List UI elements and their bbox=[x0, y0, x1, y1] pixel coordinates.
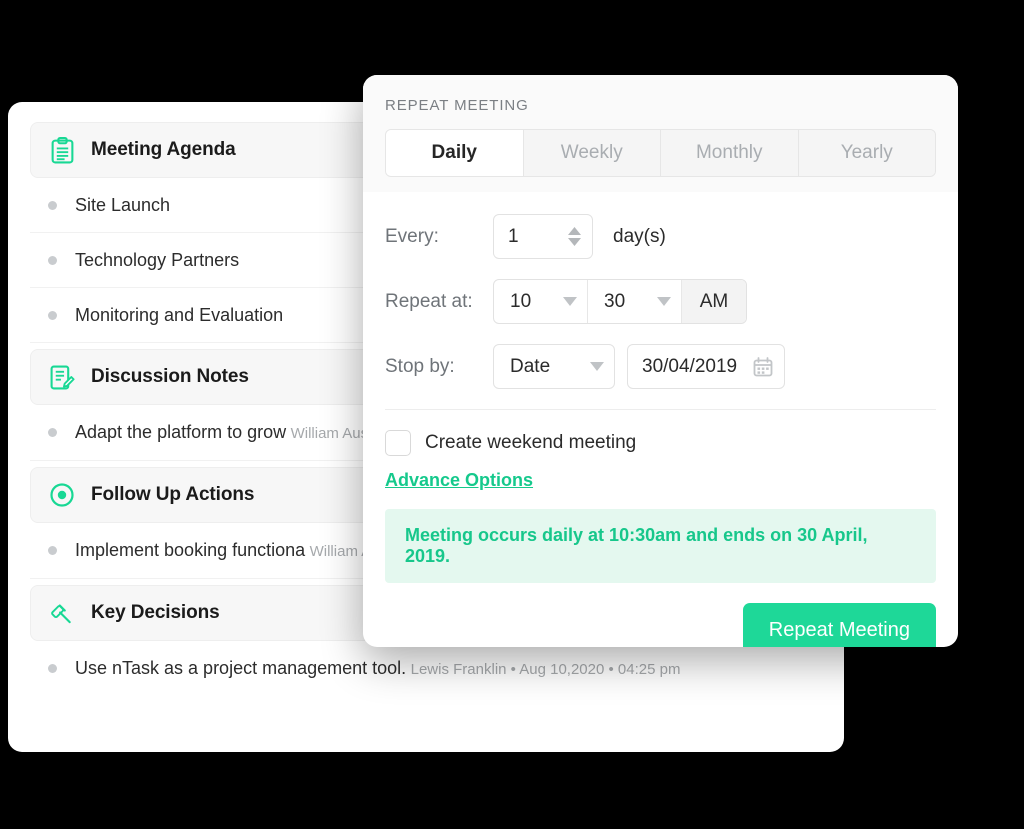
list-item[interactable]: Use nTask as a project management tool. … bbox=[30, 641, 822, 696]
stop-by-label: Stop by: bbox=[385, 355, 455, 377]
stop-by-row: Stop by: Date 30/04/2019 bbox=[385, 344, 936, 389]
modal-actions: Repeat Meeting bbox=[385, 603, 936, 647]
repeat-meeting-modal: REPEAT MEETING Daily Weekly Monthly Year… bbox=[363, 75, 958, 647]
advance-options-link[interactable]: Advance Options bbox=[385, 470, 533, 491]
hour-select[interactable]: 10 bbox=[494, 280, 588, 323]
every-row: Every: 1 day(s) bbox=[385, 214, 936, 259]
repeat-at-label: Repeat at: bbox=[385, 290, 473, 312]
list-item-title: Adapt the platform to grow bbox=[75, 422, 287, 442]
recurrence-summary-banner: Meeting occurs daily at 10:30am and ends… bbox=[385, 509, 936, 583]
create-weekend-meeting-label: Create weekend meeting bbox=[425, 432, 637, 453]
tab-monthly[interactable]: Monthly bbox=[661, 130, 799, 176]
tab-weekly[interactable]: Weekly bbox=[523, 130, 661, 176]
list-item-title: Site Launch bbox=[75, 195, 171, 215]
stop-by-mode-value: Date bbox=[510, 355, 551, 377]
chevron-down-icon bbox=[657, 297, 671, 306]
modal-body: Every: 1 day(s) Repeat at: 10 30 AM Stop… bbox=[363, 192, 958, 647]
bullet-icon bbox=[48, 256, 57, 265]
minute-select[interactable]: 30 bbox=[588, 280, 682, 323]
modal-title: REPEAT MEETING bbox=[385, 97, 529, 114]
section-title: Follow Up Actions bbox=[91, 484, 255, 505]
bullet-icon bbox=[48, 311, 57, 320]
recurrence-tabs: Daily Weekly Monthly Yearly bbox=[385, 129, 936, 177]
bullet-icon bbox=[48, 428, 57, 437]
calendar-icon[interactable] bbox=[752, 356, 774, 378]
every-unit-label: day(s) bbox=[613, 225, 666, 247]
list-item-title: Monitoring and Evaluation bbox=[75, 305, 284, 325]
gavel-icon bbox=[49, 600, 75, 626]
every-interval-value: 1 bbox=[508, 225, 519, 247]
hour-value: 10 bbox=[510, 290, 532, 312]
list-item-title: Implement booking functiona bbox=[75, 540, 306, 560]
stop-by-date-input[interactable]: 30/04/2019 bbox=[627, 344, 785, 389]
section-title: Meeting Agenda bbox=[91, 139, 236, 160]
chevron-down-icon bbox=[563, 297, 577, 306]
every-label: Every: bbox=[385, 225, 439, 247]
target-icon bbox=[49, 482, 75, 508]
list-item-title: Use nTask as a project management tool. bbox=[75, 658, 407, 678]
tab-yearly[interactable]: Yearly bbox=[798, 130, 935, 176]
stop-by-date-value: 30/04/2019 bbox=[642, 355, 738, 377]
weekend-meeting-row[interactable]: Create weekend meeting bbox=[385, 430, 936, 456]
chevron-down-icon bbox=[590, 362, 604, 371]
section-title: Discussion Notes bbox=[91, 366, 249, 387]
repeat-at-time-group: 10 30 AM bbox=[493, 279, 747, 324]
screen-root: Meeting Agenda Site Launch Technology Pa… bbox=[0, 0, 1024, 829]
clipboard-icon bbox=[49, 136, 75, 163]
minute-value: 30 bbox=[604, 290, 626, 312]
section-title: Key Decisions bbox=[91, 602, 220, 623]
meridiem-toggle[interactable]: AM bbox=[682, 280, 746, 323]
stop-by-mode-select[interactable]: Date bbox=[493, 344, 615, 389]
bullet-icon bbox=[48, 546, 57, 555]
bullet-icon bbox=[48, 664, 57, 673]
note-edit-icon bbox=[49, 364, 75, 390]
repeat-meeting-button[interactable]: Repeat Meeting bbox=[742, 603, 936, 647]
create-weekend-meeting-checkbox[interactable] bbox=[385, 430, 411, 456]
tab-daily[interactable]: Daily bbox=[386, 130, 524, 176]
bullet-icon bbox=[48, 201, 57, 210]
recurrence-summary-text: Meeting occurs daily at 10:30am and ends… bbox=[405, 525, 868, 566]
repeat-at-row: Repeat at: 10 30 AM bbox=[385, 279, 936, 324]
every-interval-stepper[interactable]: 1 bbox=[493, 214, 593, 259]
list-item-title: Technology Partners bbox=[75, 250, 240, 270]
list-item-meta: Lewis Franklin • Aug 10,2020 • 04:25 pm bbox=[410, 661, 681, 678]
modal-header: REPEAT MEETING Daily Weekly Monthly Year… bbox=[363, 75, 958, 192]
stepper-arrows-icon[interactable] bbox=[568, 227, 581, 246]
form-divider bbox=[385, 409, 936, 410]
